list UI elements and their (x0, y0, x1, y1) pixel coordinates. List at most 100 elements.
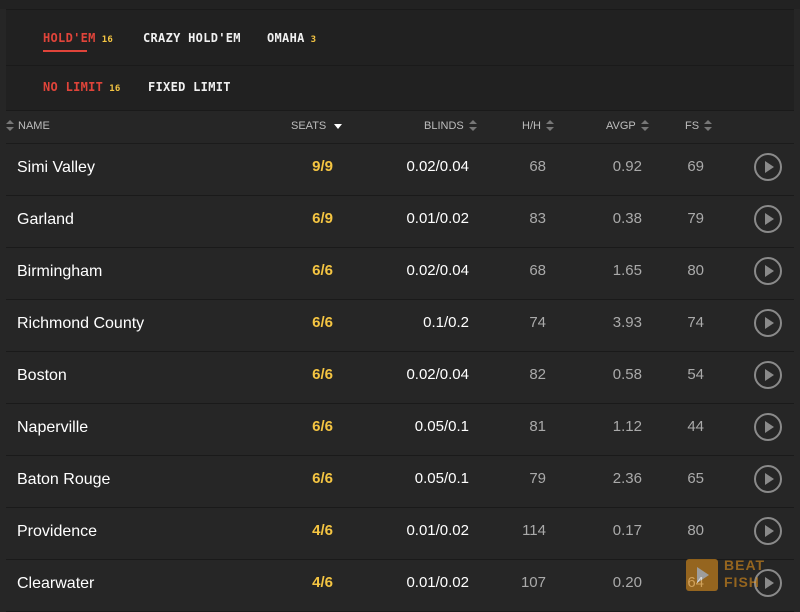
column-header-seats[interactable]: SEATS (291, 120, 343, 132)
tab-crazy-holdem[interactable]: CRAZY HOLD'EM (143, 31, 241, 45)
sort-icon (640, 120, 649, 132)
flop-seen-value: 74 (687, 314, 704, 331)
table-header: NAME SEATS BLINDS H/H AVGP FS (6, 110, 794, 144)
play-icon[interactable] (754, 465, 782, 493)
avg-pot-value: 0.20 (612, 574, 642, 591)
avg-pot-value: 0.17 (612, 522, 642, 539)
table-row[interactable]: Birmingham 6/6 0.02/0.04 68 1.65 80 (6, 248, 794, 300)
blinds-value: 0.02/0.04 (406, 366, 469, 383)
table-row[interactable]: Clearwater 4/6 0.01/0.02 107 0.20 64 (6, 560, 794, 612)
avg-pot-value: 0.92 (612, 158, 642, 175)
flop-seen-value: 80 (687, 522, 704, 539)
sort-icon (545, 120, 554, 132)
flop-seen-value: 44 (687, 418, 704, 435)
avg-pot-value: 1.65 (612, 262, 642, 279)
table-name: Naperville (17, 419, 89, 436)
table-name: Providence (17, 523, 98, 540)
tab-holdem[interactable]: HOLD'EM 16 (43, 31, 114, 52)
hands-per-hour-value: 81 (529, 418, 546, 435)
blinds-value: 0.01/0.02 (406, 522, 469, 539)
sort-icon (468, 120, 477, 132)
column-header-blinds[interactable]: BLINDS (424, 120, 479, 132)
tab-no-limit[interactable]: NO LIMIT 16 (43, 80, 121, 94)
column-label: SEATS (291, 120, 327, 132)
hands-per-hour-value: 68 (529, 262, 546, 279)
top-strip (0, 0, 800, 9)
seats-value: 9/9 (312, 158, 333, 175)
seats-value: 4/6 (312, 574, 333, 591)
play-icon[interactable] (754, 569, 782, 597)
hands-per-hour-value: 74 (529, 314, 546, 331)
table-row[interactable]: Providence 4/6 0.01/0.02 114 0.17 80 (6, 508, 794, 560)
table-row[interactable]: Naperville 6/6 0.05/0.1 81 1.12 44 (6, 404, 794, 456)
sort-icon (704, 120, 713, 132)
flop-seen-value: 65 (687, 470, 704, 487)
play-icon[interactable] (754, 361, 782, 389)
play-icon[interactable] (754, 309, 782, 337)
active-tab-underline (43, 50, 88, 52)
column-header-avgp[interactable]: AVGP (606, 120, 651, 132)
seats-value: 6/6 (312, 262, 333, 279)
seats-value: 6/6 (312, 470, 333, 487)
play-icon[interactable] (754, 517, 782, 545)
table-name: Garland (17, 211, 74, 228)
tab-count-badge: 16 (101, 35, 114, 45)
column-label: H/H (522, 120, 541, 132)
tab-label: CRAZY HOLD'EM (143, 31, 241, 45)
hands-per-hour-value: 68 (529, 158, 546, 175)
blinds-value: 0.05/0.1 (414, 418, 469, 435)
blinds-value: 0.1/0.2 (423, 314, 469, 331)
table-row[interactable]: Richmond County 6/6 0.1/0.2 74 3.93 74 (6, 300, 794, 352)
game-type-tabs: HOLD'EM 16 CRAZY HOLD'EM OMAHA 3 (6, 9, 794, 66)
column-label: NAME (18, 120, 50, 132)
hands-per-hour-value: 82 (529, 366, 546, 383)
avg-pot-value: 3.93 (612, 314, 642, 331)
blinds-value: 0.02/0.04 (406, 262, 469, 279)
tab-label: FIXED LIMIT (148, 80, 231, 94)
table-list: Simi Valley 9/9 0.02/0.04 68 0.92 69 Gar… (6, 144, 794, 612)
tab-count-badge: 3 (310, 35, 317, 45)
flop-seen-value: 69 (687, 158, 704, 175)
tab-omaha[interactable]: OMAHA 3 (267, 31, 316, 45)
avg-pot-value: 1.12 (612, 418, 642, 435)
column-header-name[interactable]: NAME (6, 120, 50, 132)
avg-pot-value: 0.38 (612, 210, 642, 227)
tab-label: HOLD'EM (43, 31, 96, 45)
column-header-hh[interactable]: H/H (522, 120, 556, 132)
sort-icon (6, 120, 14, 132)
blinds-value: 0.05/0.1 (414, 470, 469, 487)
tab-fixed-limit[interactable]: FIXED LIMIT (148, 80, 231, 94)
blinds-value: 0.02/0.04 (406, 158, 469, 175)
tab-count-badge: 16 (109, 84, 121, 94)
table-name: Birmingham (17, 263, 103, 280)
play-icon[interactable] (754, 153, 782, 181)
play-icon[interactable] (754, 205, 782, 233)
table-row[interactable]: Baton Rouge 6/6 0.05/0.1 79 2.36 65 (6, 456, 794, 508)
seats-value: 4/6 (312, 522, 333, 539)
table-row[interactable]: Simi Valley 9/9 0.02/0.04 68 0.92 69 (6, 144, 794, 196)
limit-type-tabs: NO LIMIT 16 FIXED LIMIT (6, 65, 794, 111)
avg-pot-value: 0.58 (612, 366, 642, 383)
sort-descending-icon (334, 123, 343, 129)
column-header-fs[interactable]: FS (685, 120, 714, 132)
hands-per-hour-value: 83 (529, 210, 546, 227)
column-label: AVGP (606, 120, 636, 132)
blinds-value: 0.01/0.02 (406, 210, 469, 227)
seats-value: 6/6 (312, 418, 333, 435)
table-row[interactable]: Garland 6/9 0.01/0.02 83 0.38 79 (6, 196, 794, 248)
play-icon[interactable] (754, 257, 782, 285)
seats-value: 6/6 (312, 366, 333, 383)
avg-pot-value: 2.36 (612, 470, 642, 487)
table-name: Baton Rouge (17, 471, 111, 488)
flop-seen-value: 54 (687, 366, 704, 383)
hands-per-hour-value: 79 (529, 470, 546, 487)
table-row[interactable]: Boston 6/6 0.02/0.04 82 0.58 54 (6, 352, 794, 404)
blinds-value: 0.01/0.02 (406, 574, 469, 591)
column-label: BLINDS (424, 120, 464, 132)
flop-seen-value: 80 (687, 262, 704, 279)
tab-label: NO LIMIT (43, 80, 104, 94)
seats-value: 6/6 (312, 314, 333, 331)
play-icon[interactable] (754, 413, 782, 441)
flop-seen-value: 79 (687, 210, 704, 227)
table-name: Simi Valley (17, 159, 95, 176)
